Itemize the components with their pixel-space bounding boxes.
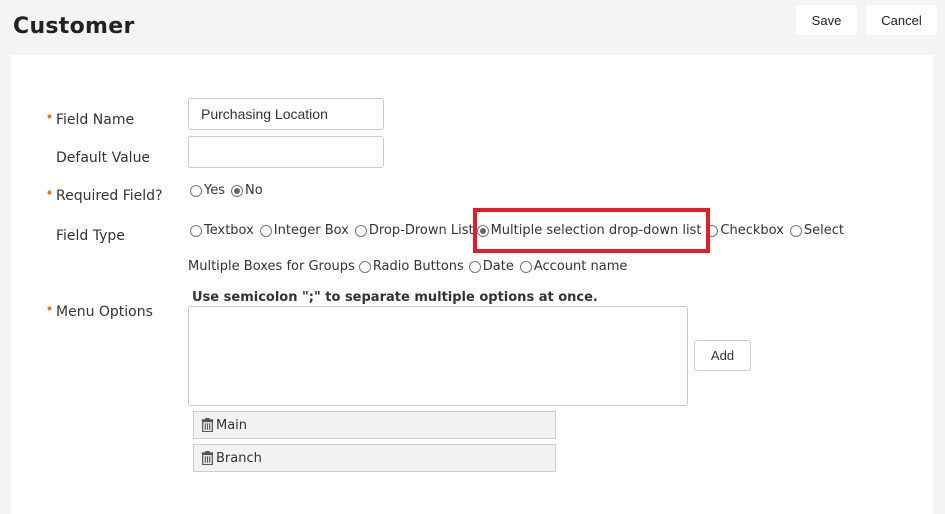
radio-integer-box[interactable] (259, 224, 272, 237)
field-name-input[interactable] (188, 98, 384, 130)
required-marker: • (47, 300, 52, 316)
field-type-select-label: Select (803, 223, 845, 238)
radio-account-name[interactable] (519, 260, 532, 273)
radio-radio-buttons[interactable] (358, 260, 371, 273)
save-button[interactable]: Save (796, 5, 857, 35)
required-marker: • (47, 184, 52, 200)
menu-options-hint: Use semicolon ";" to separate multiple o… (192, 290, 598, 305)
field-type-date-label: Date (482, 259, 514, 274)
required-no-label: No (245, 183, 263, 198)
field-type-select-label-continued: Multiple Boxes for Groups (188, 259, 355, 274)
field-type-select-option[interactable]: Select (789, 223, 845, 238)
menu-option-label: Main (216, 417, 248, 433)
field-type-textbox-label: Textbox (204, 223, 254, 238)
default-value-label: Default Value (56, 150, 151, 166)
field-type-checkbox-label: Checkbox (720, 223, 784, 238)
cancel-button[interactable]: Cancel (866, 5, 937, 35)
radio-no[interactable] (231, 184, 243, 197)
required-marker: • (47, 108, 52, 124)
default-value-input[interactable] (188, 136, 384, 168)
field-type-dropdown-option[interactable]: Drop-Drown List (354, 223, 474, 238)
field-type-account-option[interactable]: Account name (519, 259, 628, 274)
field-name-label: Field Name (56, 112, 135, 128)
field-type-integer-option[interactable]: Integer Box (259, 223, 349, 238)
field-type-textbox-option[interactable]: Textbox (190, 223, 254, 238)
field-type-radio-buttons-option[interactable]: Radio Buttons (358, 259, 464, 274)
field-type-checkbox-option[interactable]: Checkbox (706, 223, 784, 238)
field-type-label: Field Type (56, 228, 125, 244)
field-type-date-option[interactable]: Date (468, 259, 514, 274)
selection-highlight-box (473, 208, 710, 253)
page-title: Customer (13, 14, 135, 39)
field-type-radio-buttons-label: Radio Buttons (372, 259, 464, 274)
required-radio-group: Yes No (190, 183, 269, 198)
radio-yes[interactable] (190, 184, 202, 197)
trash-icon[interactable] (201, 418, 214, 432)
add-option-button[interactable]: Add (694, 340, 751, 371)
required-no-option[interactable]: No (231, 183, 263, 198)
radio-dropdown-list[interactable] (354, 224, 367, 237)
required-yes-label: Yes (204, 183, 225, 198)
menu-option-item: Branch (193, 444, 556, 472)
field-type-account-label: Account name (533, 259, 628, 274)
menu-options-textarea[interactable] (188, 306, 688, 406)
trash-icon[interactable] (201, 451, 214, 465)
menu-options-label: Menu Options (56, 304, 153, 320)
field-type-dropdown-label: Drop-Drown List (368, 223, 474, 238)
radio-textbox[interactable] (190, 224, 202, 237)
menu-option-item: Main (193, 411, 556, 439)
field-type-integer-label: Integer Box (273, 223, 349, 238)
field-type-row-2: Multiple Boxes for Groups Radio Buttons … (188, 259, 627, 274)
required-field-label: Required Field? (56, 188, 163, 204)
menu-option-label: Branch (216, 450, 262, 466)
radio-select-groups[interactable] (789, 224, 802, 237)
required-yes-option[interactable]: Yes (190, 183, 225, 198)
radio-date[interactable] (468, 260, 481, 273)
